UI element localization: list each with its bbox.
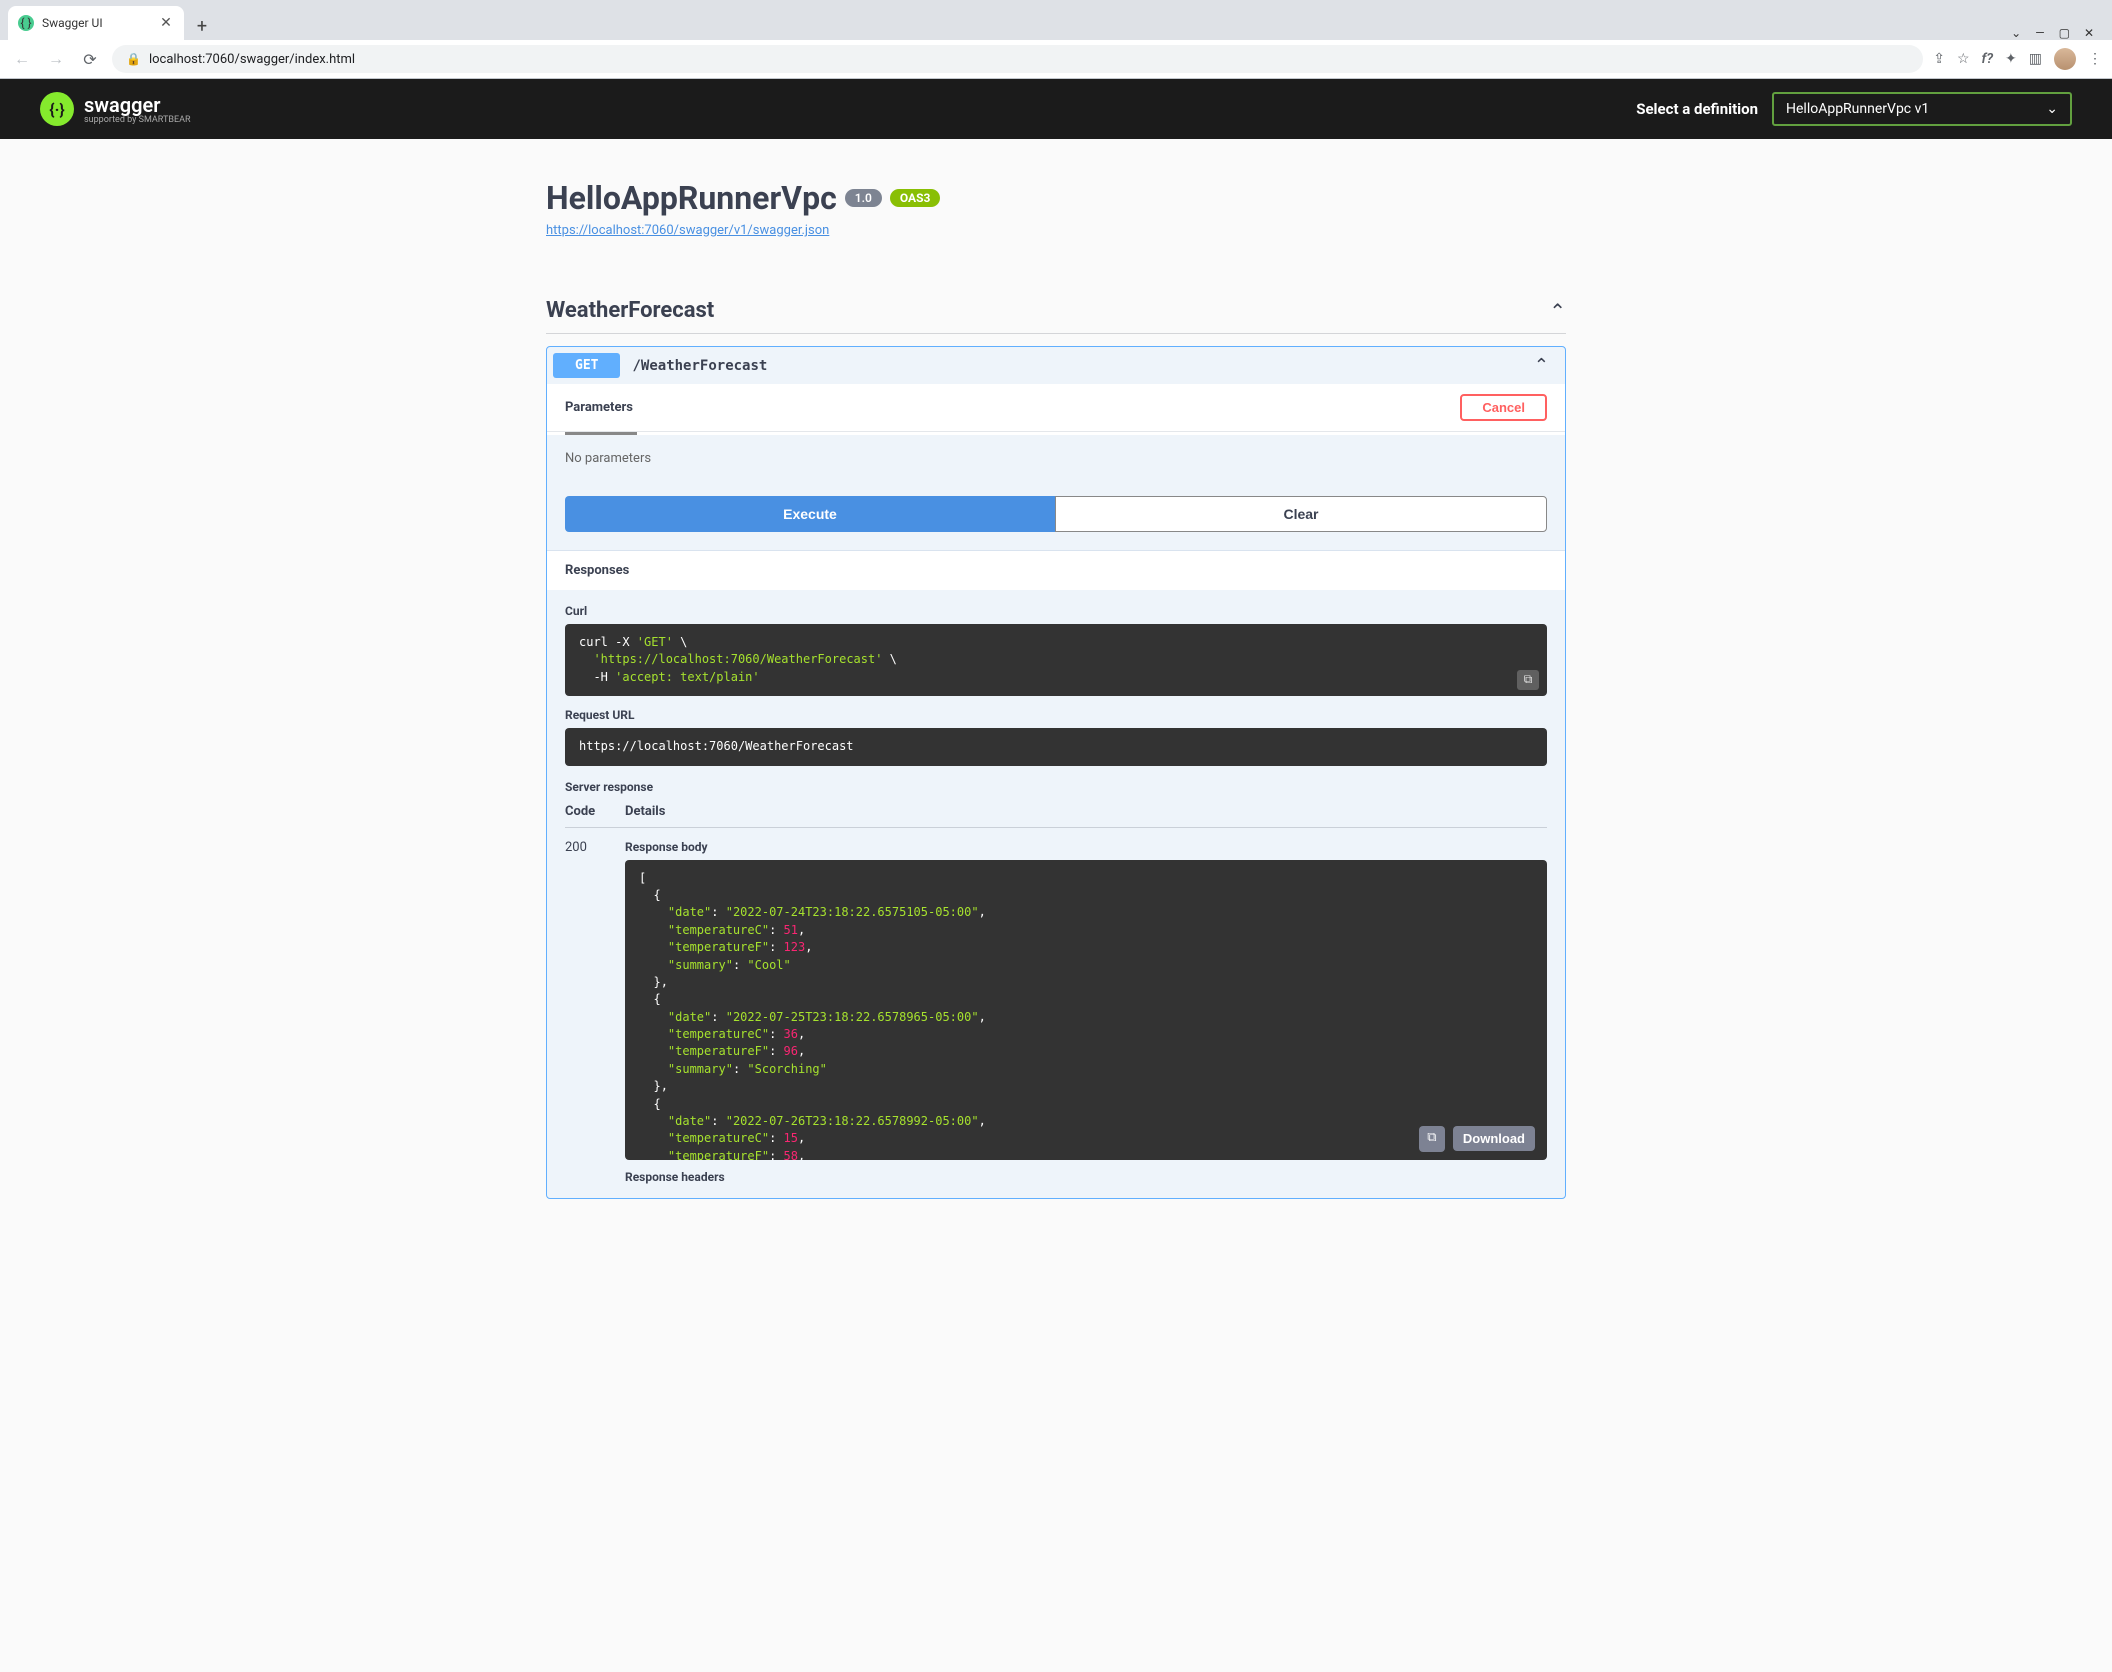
url-text: localhost:7060/swagger/index.html [149, 52, 355, 67]
maximize-icon[interactable]: ▢ [2059, 26, 2070, 40]
execute-button[interactable]: Execute [565, 496, 1055, 532]
copy-icon[interactable]: ⧉ [1419, 1126, 1445, 1152]
oas-badge: OAS3 [890, 189, 941, 207]
dropdown-icon[interactable]: ⌄ [2011, 26, 2021, 40]
server-response-label: Server response [565, 780, 1547, 794]
menu-icon[interactable]: ⋮ [2088, 51, 2102, 67]
response-body-label: Response body [625, 840, 1547, 854]
bookmark-icon[interactable]: ☆ [1957, 51, 1970, 67]
status-code: 200 [565, 840, 625, 1184]
extensions-icon[interactable]: ✦ [2005, 51, 2017, 67]
no-parameters-text: No parameters [547, 435, 1565, 482]
address-bar[interactable]: 🔒 localhost:7060/swagger/index.html [112, 45, 1923, 73]
minimize-icon[interactable]: — [2035, 26, 2044, 40]
browser-tab[interactable]: { } Swagger UI ✕ [8, 6, 184, 40]
chevron-down-icon: ⌄ [2046, 101, 2058, 117]
method-badge: GET [553, 353, 620, 378]
reload-icon[interactable]: ⟳ [78, 47, 102, 71]
version-badge: 1.0 [845, 189, 882, 207]
font-icon[interactable]: f? [1982, 51, 1994, 67]
tag-header[interactable]: WeatherForecast ⌃ [546, 288, 1566, 334]
share-icon[interactable]: ⇪ [1933, 51, 1945, 67]
forward-icon[interactable]: → [44, 47, 68, 71]
details-column: Details [625, 804, 1547, 819]
api-title: HelloAppRunnerVpc [546, 179, 837, 217]
swagger-logo-icon: {·} [40, 92, 74, 126]
response-headers-label: Response headers [625, 1170, 1547, 1184]
tab-title: Swagger UI [42, 16, 150, 30]
back-icon[interactable]: ← [10, 47, 34, 71]
definition-select[interactable]: HelloAppRunnerVpc v1 ⌄ [1772, 92, 2072, 126]
request-url-label: Request URL [565, 708, 1547, 722]
download-button[interactable]: Download [1453, 1126, 1535, 1151]
close-window-icon[interactable]: ✕ [2084, 26, 2094, 40]
close-tab-icon[interactable]: ✕ [158, 15, 174, 31]
sidepanel-icon[interactable]: ▥ [2029, 51, 2042, 67]
clear-button[interactable]: Clear [1055, 496, 1547, 532]
chevron-up-icon: ⌃ [1534, 355, 1549, 376]
swagger-json-link[interactable]: https://localhost:7060/swagger/v1/swagge… [546, 223, 1566, 238]
response-body-block: [ { "date": "2022-07-24T23:18:22.6575105… [625, 860, 1547, 1160]
select-definition-label: Select a definition [1636, 100, 1758, 118]
swagger-favicon: { } [18, 15, 34, 31]
brand-text: swagger [84, 93, 161, 117]
copy-icon[interactable]: ⧉ [1517, 670, 1539, 690]
curl-block: curl -X 'GET' \ 'https://localhost:7060/… [565, 624, 1547, 696]
tag-name: WeatherForecast [546, 298, 714, 323]
brand-subtext: supported by SMARTBEAR [84, 115, 191, 125]
curl-label: Curl [565, 604, 1547, 618]
chevron-up-icon: ⌃ [1549, 299, 1566, 323]
lock-icon: 🔒 [126, 52, 141, 66]
avatar[interactable] [2054, 48, 2076, 70]
parameters-title: Parameters [565, 400, 633, 415]
request-url-block: https://localhost:7060/WeatherForecast [565, 728, 1547, 765]
new-tab-button[interactable]: + [188, 12, 216, 40]
operation-summary[interactable]: GET /WeatherForecast ⌃ [547, 347, 1565, 384]
code-column: Code [565, 804, 625, 819]
operation-path: /WeatherForecast [632, 358, 767, 374]
definition-value: HelloAppRunnerVpc v1 [1786, 101, 1929, 117]
cancel-button[interactable]: Cancel [1460, 394, 1547, 421]
responses-title: Responses [547, 550, 1565, 590]
